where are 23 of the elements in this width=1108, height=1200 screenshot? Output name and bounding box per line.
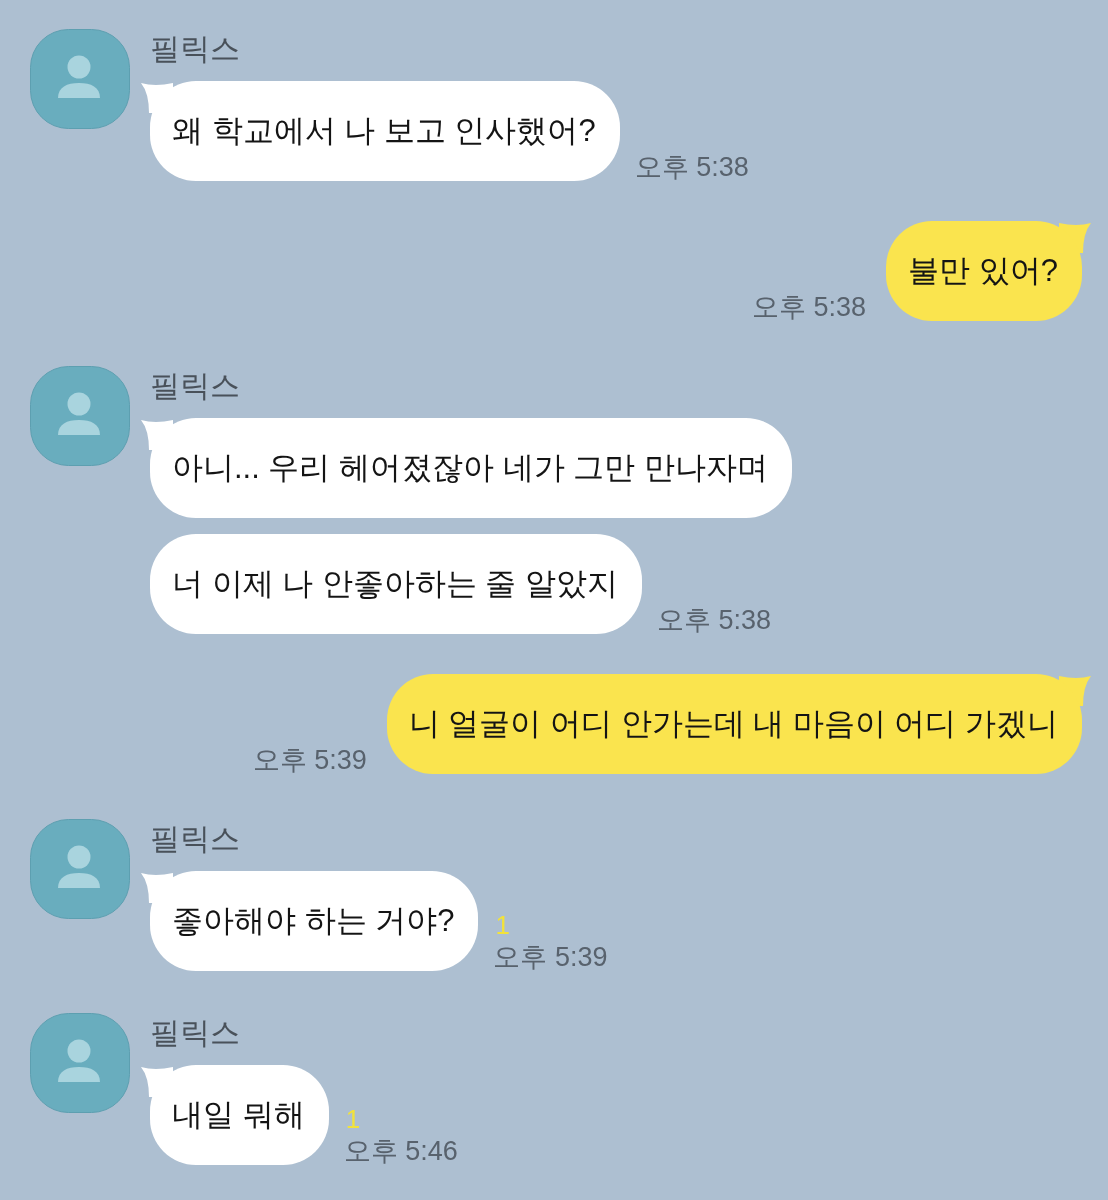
person-avatar-icon[interactable]	[30, 29, 130, 129]
sender-name: 필릭스	[150, 1015, 240, 1051]
message-bubble: 좋아해야 하는 거야?	[150, 871, 479, 971]
sender-name: 필릭스	[150, 821, 240, 857]
person-avatar-icon[interactable]	[30, 366, 130, 466]
person-avatar-icon[interactable]	[30, 819, 130, 919]
message-time: 오후 5:38	[657, 604, 772, 636]
unread-count: 1	[344, 1103, 361, 1135]
message-time: 오후 5:39	[252, 744, 367, 776]
message-time: 오후 5:38	[634, 151, 749, 183]
person-avatar-icon[interactable]	[30, 1013, 130, 1113]
message-bubble: 내일 뭐해	[150, 1065, 329, 1165]
sender-name: 필릭스	[150, 31, 240, 67]
message-bubble: 불만 있어?	[886, 221, 1082, 321]
sender-name: 필릭스	[150, 368, 240, 404]
message-bubble: 아니... 우리 헤어졌잖아 네가 그만 만나자며	[150, 418, 792, 518]
message-time: 오후 5:46	[343, 1135, 458, 1167]
message-bubble: 니 얼굴이 어디 안가는데 내 마음이 어디 가겠니	[386, 674, 1082, 774]
message-bubble: 너 이제 나 안좋아하는 줄 알았지	[150, 534, 643, 634]
message-bubble: 왜 학교에서 나 보고 인사했어?	[150, 81, 620, 181]
unread-count: 1	[494, 909, 510, 941]
message-time: 오후 5:38	[752, 291, 867, 323]
message-time: 오후 5:39	[493, 941, 608, 973]
